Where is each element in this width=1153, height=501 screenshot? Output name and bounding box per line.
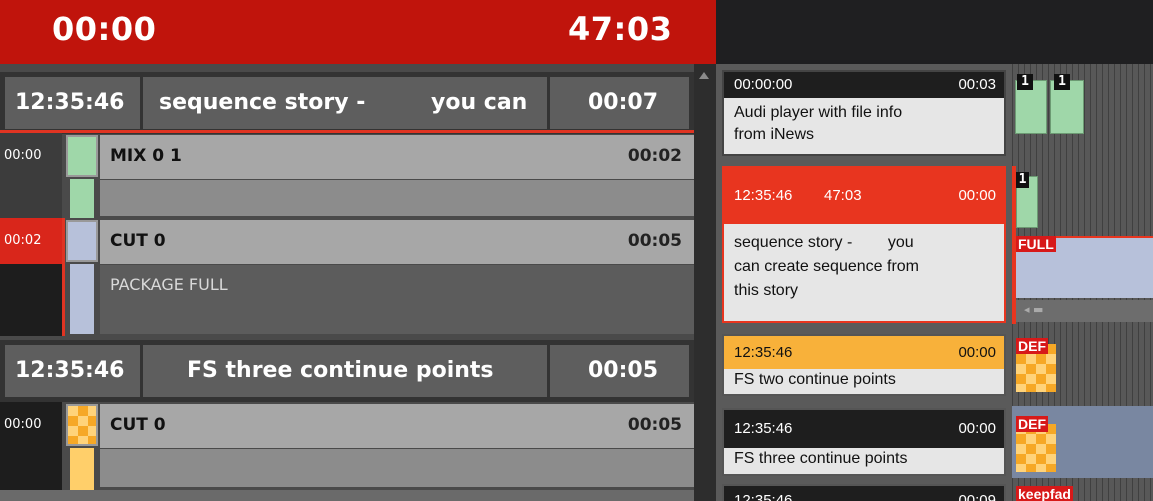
story-title-cell: FS three continue points — [143, 345, 547, 397]
item-duration: 00:02 — [627, 146, 682, 166]
clip-bar — [70, 448, 94, 490]
item-body — [100, 449, 694, 487]
card-end: 00:03 — [958, 76, 996, 93]
item-name: CUT 0 — [110, 231, 166, 251]
elapsed-time: 00:00 — [52, 10, 157, 48]
card-text-line: sequence story - you — [734, 234, 914, 251]
clip-thumb — [66, 220, 98, 262]
card-start: 00:00:00 — [734, 76, 793, 93]
clip-thumb — [66, 404, 98, 446]
clip-number-badge: 1 — [1054, 74, 1070, 90]
card-header: 12:35:46 00:00 — [724, 336, 1004, 369]
item-header[interactable]: MIX 0 1 00:02 — [100, 135, 694, 179]
timeline-handle-bar[interactable]: ◂ ▬ — [1016, 300, 1153, 322]
card-end: 00:00 — [958, 187, 996, 204]
scroll-up-icon[interactable] — [699, 72, 709, 79]
card-start: 12:35:46 — [734, 492, 793, 501]
item-color-strip — [66, 135, 98, 218]
item-row[interactable]: 00:00 MIX 0 1 00:02 — [0, 133, 694, 218]
playlist-card[interactable]: 12:35:46 00:00 FS three continue points — [722, 408, 1006, 476]
card-header: 12:35:46 00:00 — [724, 410, 1004, 448]
card-remaining: 47:03 — [824, 187, 862, 204]
playlist-card[interactable]: 00:00:00 00:03 Audi player with file inf… — [722, 70, 1006, 156]
item-timecode: 00:00 — [0, 133, 62, 218]
item-body — [100, 180, 694, 216]
def-tag: DEF — [1016, 338, 1048, 354]
story-title-tail: you can — [431, 90, 528, 115]
item-name: MIX 0 1 — [110, 146, 182, 166]
playout-app: 00:00 47:03 12:35:46 sequence story - yo… — [0, 0, 1153, 501]
clip-thumb — [66, 135, 98, 177]
story-header[interactable]: 12:35:46 sequence story - you can 00:07 — [0, 72, 694, 134]
story-duration: 00:07 — [588, 90, 659, 115]
card-end: 00:09 — [958, 492, 996, 501]
item-timecode: 00:00 — [0, 402, 62, 492]
item-row[interactable]: 00:02 CUT 0 00:05 PACKAGE FULL — [0, 218, 694, 336]
next-row-edge — [0, 490, 694, 501]
card-text-line: FS three continue points — [734, 450, 908, 467]
playlist-header — [716, 0, 1153, 64]
card-end: 00:00 — [958, 420, 996, 437]
item-subtitle: PACKAGE FULL — [110, 275, 228, 294]
item-body: PACKAGE FULL — [100, 265, 694, 334]
card-header: 12:35:46 00:09 — [724, 486, 1004, 501]
card-header: 00:00:00 00:03 — [724, 72, 1004, 98]
story-duration-cell: 00:07 — [550, 77, 689, 129]
item-duration: 00:05 — [627, 231, 682, 251]
drag-handle-icon[interactable]: ◂ ▬ — [1024, 303, 1043, 316]
card-text-line: from iNews — [734, 126, 815, 143]
story-duration: 00:05 — [588, 358, 659, 383]
item-timecode: 00:02 — [0, 218, 62, 264]
clip-bar — [70, 264, 94, 334]
full-tag: FULL — [1016, 236, 1056, 252]
item-name: CUT 0 — [110, 415, 166, 435]
card-start: 12:35:46 — [734, 420, 793, 437]
card-end: 00:00 — [958, 344, 996, 361]
card-header: 12:35:46 47:03 00:00 — [724, 168, 1004, 224]
story-time: 12:35:46 — [15, 358, 125, 383]
card-text-line: this story — [734, 282, 799, 299]
remaining-time: 47:03 — [568, 10, 673, 48]
rundown-scrollbar[interactable] — [694, 64, 716, 501]
def-tag: DEF — [1016, 416, 1048, 432]
story-title: FS three continue points — [187, 358, 494, 383]
card-body: FS two continue points — [724, 369, 1004, 394]
card-body: FS three continue points — [724, 448, 1004, 474]
playlist-card[interactable]: 12:35:46 00:09 — [722, 484, 1006, 501]
item-color-strip — [66, 404, 98, 490]
keepfad-tag: keepfad — [1016, 486, 1073, 501]
card-start: 12:35:46 — [734, 187, 793, 204]
card-body: sequence story - you can create sequence… — [724, 224, 1004, 321]
card-text-line: Audi player with file info — [734, 104, 903, 121]
playlist-card-on-air[interactable]: 12:35:46 47:03 00:00 sequence story - yo… — [722, 166, 1006, 323]
clip-number-badge: 1 — [1017, 74, 1033, 90]
item-header[interactable]: CUT 0 00:05 — [100, 220, 694, 264]
story-header[interactable]: 12:35:46 FS three continue points 00:05 — [0, 340, 694, 402]
story-title: sequence story - — [159, 90, 366, 115]
story-title-cell: sequence story - you can — [143, 77, 547, 129]
on-air-left-marker — [62, 218, 65, 336]
story-time: 12:35:46 — [15, 90, 125, 115]
clip-number-badge: 1 — [1016, 172, 1029, 188]
card-body: Audi player with file info from iNews — [724, 98, 1004, 154]
story-time-cell: 12:35:46 — [5, 77, 140, 129]
clip-bar — [70, 179, 94, 218]
playlist-card-next[interactable]: 12:35:46 00:00 FS two continue points — [722, 334, 1006, 396]
card-text-line: FS two continue points — [734, 371, 896, 388]
item-row[interactable]: 00:00 CUT 0 00:05 — [0, 402, 694, 492]
timer-bar: 00:00 47:03 — [0, 0, 716, 64]
card-start: 12:35:46 — [734, 344, 793, 361]
item-header[interactable]: CUT 0 00:05 — [100, 404, 694, 448]
card-text-line: can create sequence from — [734, 258, 919, 275]
story-time-cell: 12:35:46 — [5, 345, 140, 397]
item-duration: 00:05 — [627, 415, 682, 435]
timecode-filler — [0, 264, 62, 336]
story-duration-cell: 00:05 — [550, 345, 689, 397]
item-color-strip — [66, 220, 98, 334]
